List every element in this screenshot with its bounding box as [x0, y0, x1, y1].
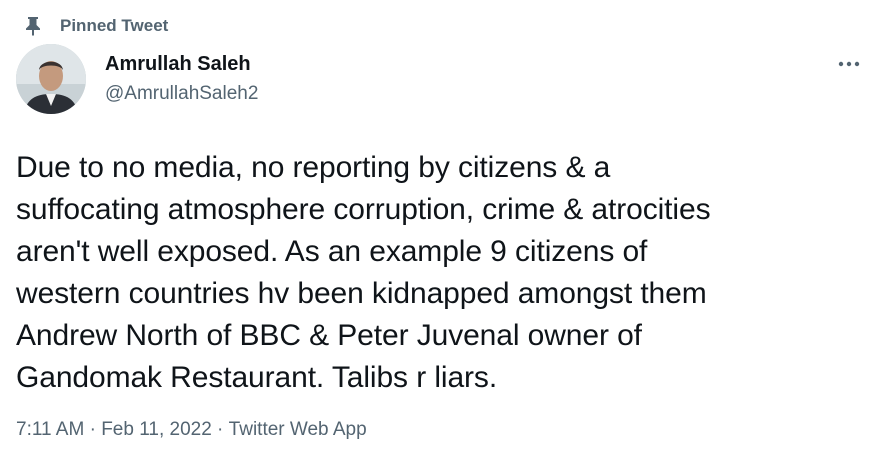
pinned-tweet-label: Pinned Tweet: [60, 16, 169, 35]
pin-icon: [24, 16, 42, 36]
meta-separator: ·: [84, 419, 102, 440]
author-name[interactable]: Amrullah Saleh: [105, 53, 251, 76]
pinned-tweet-indicator: Pinned Tweet: [24, 14, 168, 38]
tweet-text: Due to no media, no reporting by citizen…: [16, 151, 711, 394]
meta-separator: ·: [211, 419, 229, 440]
author-handle[interactable]: @AmrullahSaleh2: [105, 83, 258, 105]
tweet-metadata: 7:11 AM · Feb 11, 2022 · Twitter Web App: [16, 419, 367, 441]
tweet-time[interactable]: 7:11 AM: [16, 419, 84, 441]
more-dots-icon: [838, 54, 860, 72]
tweet-date[interactable]: Feb 11, 2022: [101, 419, 212, 441]
avatar[interactable]: [16, 44, 86, 114]
more-options-button[interactable]: [832, 50, 866, 76]
tweet-source[interactable]: Twitter Web App: [229, 419, 367, 441]
